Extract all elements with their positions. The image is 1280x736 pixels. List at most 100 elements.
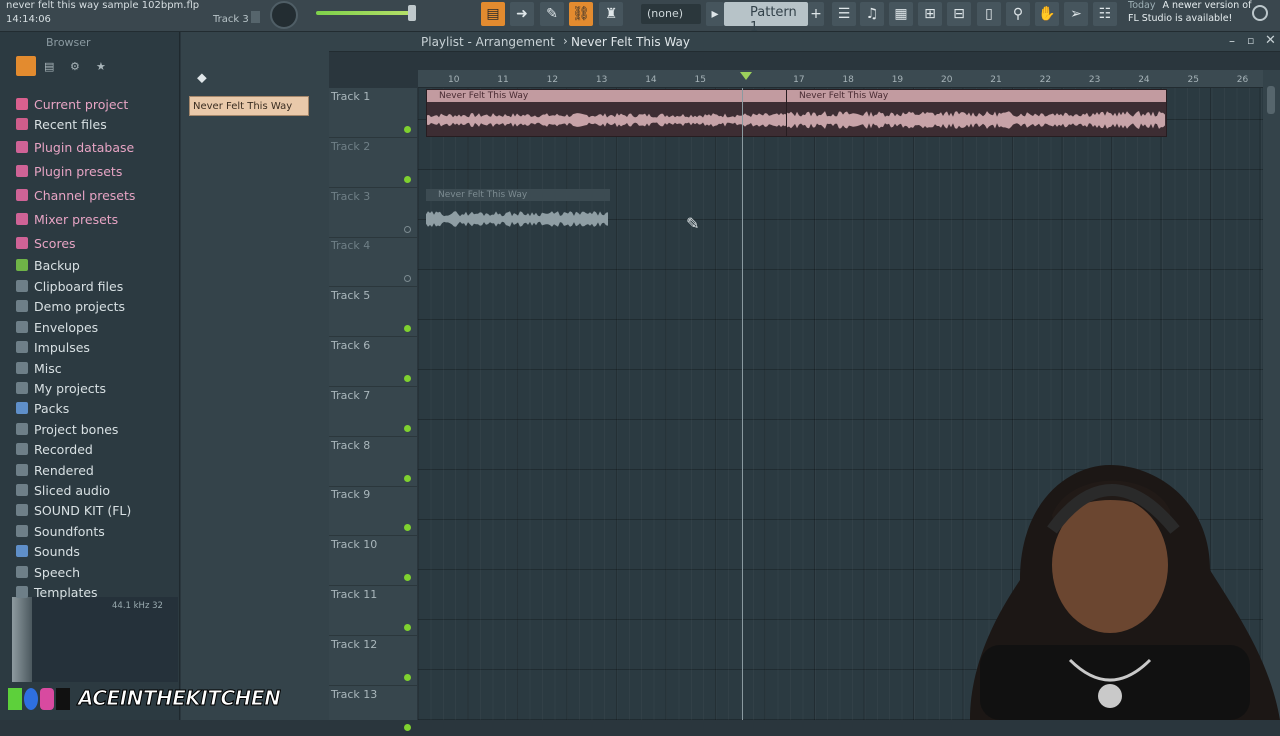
browser-item[interactable]: Demo projects bbox=[16, 296, 125, 316]
audio-clip-muted[interactable]: Never Felt This Way bbox=[426, 189, 610, 237]
browser-item[interactable]: Channel presets bbox=[16, 185, 135, 205]
track-name[interactable]: Track 4 bbox=[331, 239, 370, 252]
track-name[interactable]: Track 7 bbox=[331, 389, 370, 402]
browser-item[interactable]: Backup bbox=[16, 255, 80, 275]
browser-item[interactable]: Recorded bbox=[16, 439, 93, 459]
track-mute-led[interactable] bbox=[404, 673, 411, 681]
master-volume-knob[interactable] bbox=[270, 1, 298, 29]
news-panel[interactable]: Today A newer version of bbox=[1128, 0, 1251, 11]
track-name[interactable]: Track 9 bbox=[331, 488, 370, 501]
add-pattern-icon[interactable]: + bbox=[808, 2, 824, 26]
browser-item[interactable]: Misc bbox=[16, 358, 62, 378]
browser-item[interactable]: SOUND KIT (FL) bbox=[16, 500, 131, 520]
scrollbar-thumb[interactable] bbox=[1267, 86, 1275, 114]
track-mute-led[interactable] bbox=[404, 225, 411, 233]
ruler-bar-number: 19 bbox=[891, 75, 904, 85]
track-name[interactable]: Track 12 bbox=[331, 638, 377, 651]
metronome-icon[interactable]: ♜ bbox=[599, 2, 623, 26]
close-icon[interactable]: ✕ bbox=[1265, 33, 1276, 48]
track-name[interactable]: Track 2 bbox=[331, 140, 370, 153]
file-icon[interactable]: ▯ bbox=[977, 2, 1001, 26]
browser-item[interactable]: Soundfonts bbox=[16, 521, 105, 541]
browser-item-label: Plugin database bbox=[34, 139, 135, 155]
globe-icon[interactable] bbox=[1252, 5, 1268, 21]
browser-item[interactable]: Scores bbox=[16, 233, 76, 253]
browser-plugin-icon[interactable]: ⚙ bbox=[70, 60, 80, 73]
pattern-item-selected[interactable]: Never Felt This Way bbox=[189, 96, 309, 116]
play-pattern-icon[interactable]: ▸ bbox=[706, 2, 724, 26]
store-icon[interactable]: ☷ bbox=[1093, 2, 1117, 26]
track-name[interactable]: Track 8 bbox=[331, 439, 370, 452]
browser-window-icon[interactable]: ⊟ bbox=[947, 2, 971, 26]
track-mute-led[interactable] bbox=[404, 325, 411, 333]
track-name[interactable]: Track 13 bbox=[331, 688, 377, 701]
browser-item[interactable]: Recent files bbox=[16, 114, 107, 134]
browser-item[interactable]: Impulses bbox=[16, 337, 90, 357]
playlist-window-icon[interactable]: ☰ bbox=[832, 2, 856, 26]
maximize-icon[interactable]: ▫ bbox=[1247, 34, 1254, 47]
facebook-icon bbox=[24, 688, 38, 710]
track-mute-led[interactable] bbox=[404, 375, 411, 382]
folder-icon bbox=[16, 504, 28, 516]
track-mute-led[interactable] bbox=[404, 275, 411, 283]
audio-clip[interactable]: Never Felt This Way bbox=[426, 89, 794, 137]
browser-item[interactable]: Speech bbox=[16, 562, 80, 582]
track-name[interactable]: Track 10 bbox=[331, 538, 377, 551]
track-name[interactable]: Track 3 bbox=[331, 190, 370, 203]
browser-item[interactable]: Sounds bbox=[16, 541, 80, 561]
track-name[interactable]: Track 6 bbox=[331, 339, 370, 352]
clip-title: Never Felt This Way bbox=[426, 189, 610, 201]
send-icon[interactable]: ➢ bbox=[1064, 2, 1088, 26]
browser-item[interactable]: Rendered bbox=[16, 460, 94, 480]
breadcrumb-pattern[interactable]: Never Felt This Way bbox=[571, 35, 690, 49]
browser-item[interactable]: Current project bbox=[16, 94, 128, 114]
browser-item[interactable]: Packs bbox=[16, 398, 69, 418]
pencil-icon[interactable]: ✎ bbox=[540, 2, 564, 26]
news-day: Today bbox=[1128, 0, 1156, 11]
browser-all-icon[interactable] bbox=[16, 56, 36, 76]
slider-handle[interactable] bbox=[408, 5, 416, 21]
master-pitch-slider[interactable] bbox=[316, 11, 416, 15]
playhead-marker[interactable] bbox=[740, 72, 752, 80]
piano-roll-icon[interactable]: ♫ bbox=[860, 2, 884, 26]
hand-icon[interactable]: ✋ bbox=[1035, 2, 1059, 26]
pattern-selector[interactable]: (none) bbox=[641, 4, 701, 24]
browser-item[interactable]: Clipboard files bbox=[16, 276, 123, 296]
browser-item[interactable]: Sliced audio bbox=[16, 480, 110, 500]
mixer-icon[interactable]: ⊞ bbox=[918, 2, 942, 26]
track-mute-led[interactable] bbox=[404, 175, 411, 183]
browser-item[interactable]: Templates bbox=[16, 582, 98, 602]
track-mute-led[interactable] bbox=[404, 624, 411, 631]
browser-star-icon[interactable]: ★ bbox=[96, 60, 106, 73]
folder-icon bbox=[16, 189, 28, 201]
plugin-icon[interactable]: ⚲ bbox=[1006, 2, 1030, 26]
link-icon[interactable]: ⛓ bbox=[569, 2, 593, 26]
timeline-ruler[interactable]: 10 11 12 13 14 15 17 18 19 20 21 22 23 24 25 26 bbox=[418, 70, 1263, 88]
track-mute-led[interactable] bbox=[404, 424, 411, 432]
track-mute-led[interactable] bbox=[404, 723, 411, 731]
track-name[interactable]: Track 11 bbox=[331, 588, 377, 601]
browser-item[interactable]: Plugin database bbox=[16, 137, 134, 157]
audio-clip[interactable]: Never Felt This Way bbox=[786, 89, 1167, 137]
pattern-name-button[interactable]: Pattern 1 bbox=[724, 2, 808, 35]
track-mute-led[interactable] bbox=[404, 474, 411, 482]
playlist-mode-icon[interactable]: ▤ bbox=[481, 2, 505, 26]
minimize-icon[interactable]: – bbox=[1229, 34, 1235, 48]
track-name[interactable]: Track 1 bbox=[331, 90, 370, 103]
browser-files-icon[interactable]: ▤ bbox=[44, 60, 54, 73]
browser-item[interactable]: Envelopes bbox=[16, 317, 98, 337]
track-divider bbox=[329, 435, 417, 437]
track-name[interactable]: Track 5 bbox=[331, 289, 370, 302]
channel-rack-icon[interactable]: ▦ bbox=[889, 2, 913, 26]
folder-icon bbox=[16, 141, 28, 153]
breadcrumb-root[interactable]: Playlist - Arrangement bbox=[421, 35, 555, 49]
browser-item[interactable]: Mixer presets bbox=[16, 209, 118, 229]
arrow-right-icon[interactable]: ➜ bbox=[510, 2, 534, 26]
browser-item[interactable]: Plugin presets bbox=[16, 161, 122, 181]
track-mute-led[interactable] bbox=[404, 524, 411, 532]
track-mute-led[interactable] bbox=[404, 126, 411, 133]
track-mute-led[interactable] bbox=[404, 574, 411, 582]
browser-item[interactable]: My projects bbox=[16, 378, 106, 398]
stretch-icon[interactable]: ⬥ bbox=[197, 70, 207, 86]
browser-item[interactable]: Project bones bbox=[16, 419, 118, 439]
